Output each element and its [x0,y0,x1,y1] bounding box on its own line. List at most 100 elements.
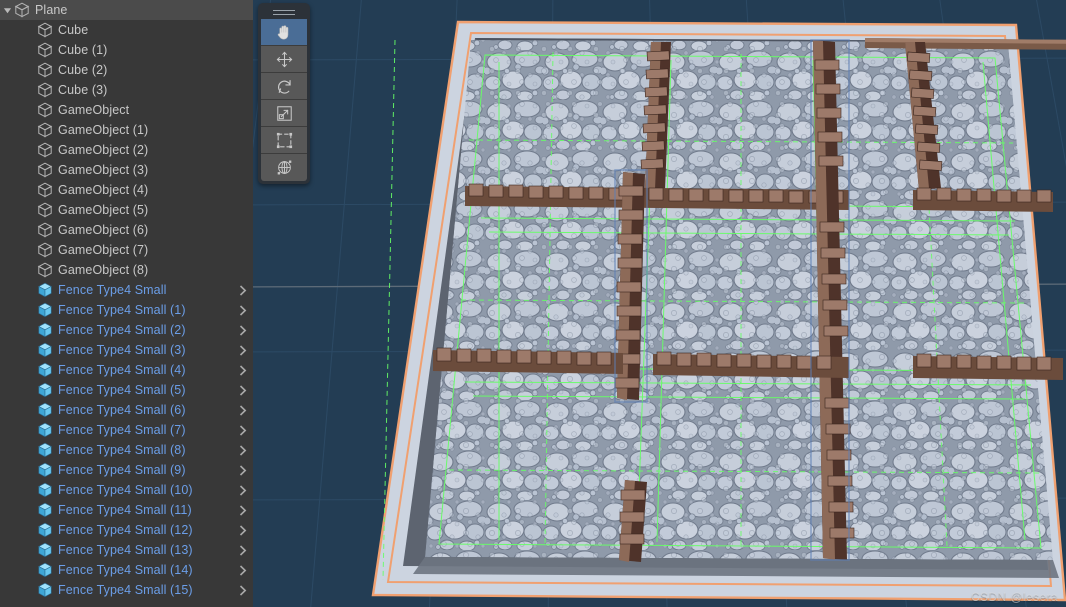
row-indent [0,420,14,440]
hierarchy-row[interactable]: GameObject (6) [0,220,253,240]
row-indent [0,60,14,80]
chevron-right-icon[interactable] [239,320,247,340]
hierarchy-row[interactable]: Fence Type4 Small (4) [0,360,253,380]
hierarchy-row[interactable]: GameObject [0,100,253,120]
scene-view[interactable] [253,0,1066,607]
chevron-right-icon[interactable] [239,340,247,360]
hierarchy-row[interactable]: GameObject (8) [0,260,253,280]
hierarchy-panel[interactable]: Plane Cube Cube (1) Cube (2) Cube (3) GameObj… [0,0,253,607]
hierarchy-row[interactable]: Fence Type4 Small (10) [0,480,253,500]
hierarchy-row-label: Fence Type4 Small (7) [58,423,186,437]
move-tool[interactable] [261,46,307,73]
row-indent [0,580,14,600]
chevron-right-icon[interactable] [239,520,247,540]
prefab-cube-icon [38,582,52,598]
hierarchy-row[interactable]: GameObject (1) [0,120,253,140]
hierarchy-row[interactable]: Fence Type4 Small (9) [0,460,253,480]
prefab-cube-icon [38,302,52,318]
hierarchy-row[interactable]: Fence Type4 Small (7) [0,420,253,440]
hand-tool[interactable] [261,19,307,46]
rotate-icon [277,79,291,94]
rotate-tool[interactable] [261,73,307,100]
hierarchy-row-label: GameObject (1) [58,123,149,137]
hierarchy-row-label: Cube (3) [58,83,108,97]
hierarchy-row[interactable]: Fence Type4 Small [0,280,253,300]
hierarchy-row[interactable]: Cube (3) [0,80,253,100]
hierarchy-row[interactable]: Fence Type4 Small (8) [0,440,253,460]
row-indent [0,400,14,420]
cube-icon [37,42,53,58]
hierarchy-row[interactable]: Fence Type4 Small (11) [0,500,253,520]
hierarchy-row-label: Fence Type4 Small (1) [58,303,186,317]
hierarchy-row[interactable]: GameObject (7) [0,240,253,260]
unity-editor-window: Plane Cube Cube (1) Cube (2) Cube (3) GameObj… [0,0,1066,607]
hierarchy-row-label: Cube (1) [58,43,108,57]
row-indent [0,520,14,540]
row-indent [0,220,14,240]
chevron-right-icon[interactable] [239,560,247,580]
hierarchy-row-label: GameObject (3) [58,163,149,177]
transform-tool[interactable] [261,154,307,181]
hierarchy-row-label: Fence Type4 Small [58,283,167,297]
hierarchy-row-label: Fence Type4 Small (9) [58,463,186,477]
hierarchy-row-label: Fence Type4 Small (15) [58,583,193,597]
hierarchy-row-label: Fence Type4 Small (12) [58,523,193,537]
hierarchy-row[interactable]: Fence Type4 Small (14) [0,560,253,580]
hierarchy-row-label: Fence Type4 Small (2) [58,323,186,337]
row-indent [0,160,14,180]
expand-triangle-icon[interactable] [0,0,14,20]
chevron-right-icon[interactable] [239,400,247,420]
hierarchy-row[interactable]: Fence Type4 Small (13) [0,540,253,560]
chevron-right-icon[interactable] [239,300,247,320]
hierarchy-row[interactable]: GameObject (2) [0,140,253,160]
hierarchy-row[interactable]: Cube [0,20,253,40]
row-indent [0,300,14,320]
row-indent [0,280,14,300]
row-indent [0,340,14,360]
chevron-right-icon[interactable] [239,440,247,460]
cube-icon [37,182,53,198]
hierarchy-row-label: GameObject (2) [58,143,149,157]
hierarchy-row[interactable]: Fence Type4 Small (15) [0,580,253,600]
hierarchy-row-label: Fence Type4 Small (3) [58,343,186,357]
chevron-right-icon[interactable] [239,500,247,520]
hierarchy-row[interactable]: GameObject (3) [0,160,253,180]
hierarchy-row-label: Fence Type4 Small (6) [58,403,186,417]
hierarchy-row-label: GameObject (7) [58,243,149,257]
chevron-right-icon[interactable] [239,420,247,440]
chevron-right-icon[interactable] [239,480,247,500]
hierarchy-row[interactable]: Plane [0,0,253,20]
chevron-right-icon[interactable] [239,580,247,600]
chevron-right-icon[interactable] [239,380,247,400]
prefab-cube-icon [38,422,52,438]
hierarchy-row[interactable]: Fence Type4 Small (12) [0,520,253,540]
hierarchy-row[interactable]: GameObject (5) [0,200,253,220]
cube-icon [37,122,53,138]
chevron-right-icon[interactable] [239,280,247,300]
prefab-cube-icon [38,522,52,538]
hierarchy-row-label: GameObject (4) [58,183,149,197]
prefab-cube-icon [38,382,52,398]
hierarchy-row[interactable]: Fence Type4 Small (2) [0,320,253,340]
hierarchy-row[interactable]: Fence Type4 Small (3) [0,340,253,360]
cube-icon [37,102,53,118]
hierarchy-row[interactable]: Cube (1) [0,40,253,60]
scene-tools-palette[interactable] [258,3,310,184]
prefab-cube-icon [38,542,52,558]
prefab-cube-icon [38,322,52,338]
hierarchy-row[interactable]: Cube (2) [0,60,253,80]
hierarchy-row[interactable]: Fence Type4 Small (5) [0,380,253,400]
hierarchy-row-label: Fence Type4 Small (14) [58,563,193,577]
chevron-right-icon[interactable] [239,540,247,560]
row-indent [0,500,14,520]
hierarchy-row[interactable]: Fence Type4 Small (6) [0,400,253,420]
chevron-right-icon[interactable] [239,460,247,480]
cube-icon [37,202,53,218]
hierarchy-row[interactable]: Fence Type4 Small (1) [0,300,253,320]
row-indent [0,540,14,560]
drag-handle[interactable] [261,6,307,19]
hierarchy-row[interactable]: GameObject (4) [0,180,253,200]
scale-tool[interactable] [261,100,307,127]
rect-tool[interactable] [261,127,307,154]
chevron-right-icon[interactable] [239,360,247,380]
